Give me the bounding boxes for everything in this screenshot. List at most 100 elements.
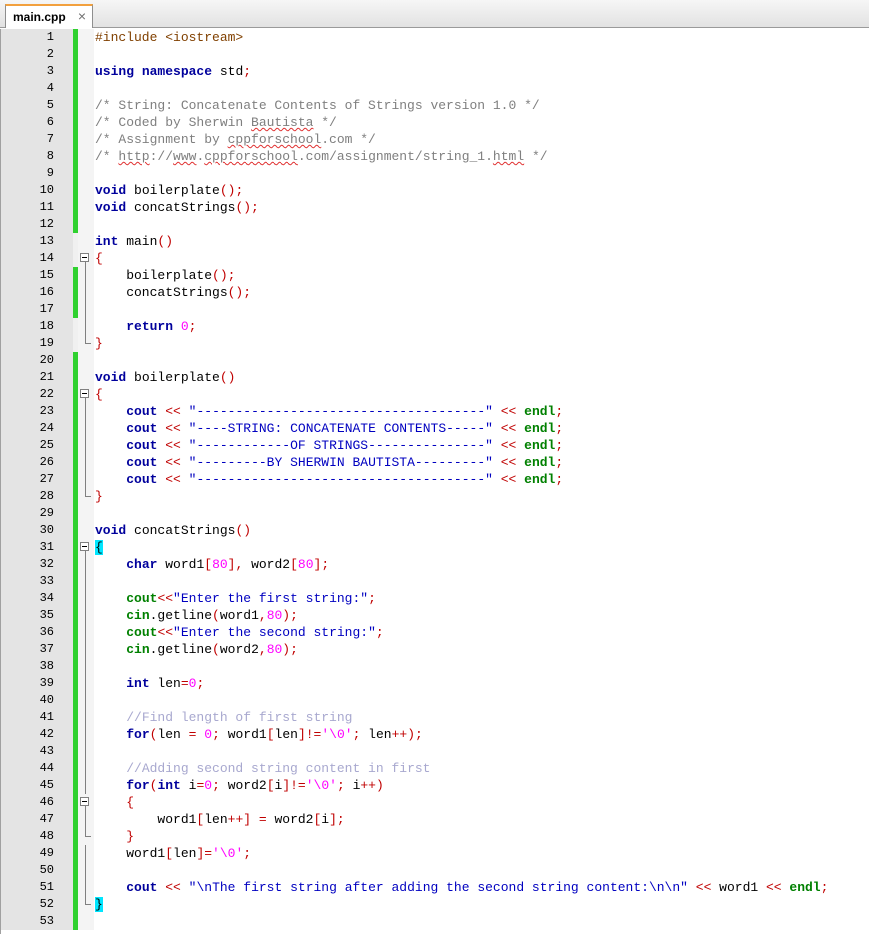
- code-line[interactable]: 21 void boilerplate(): [1, 369, 869, 386]
- symbol-margin[interactable]: [57, 80, 73, 97]
- symbol-margin[interactable]: [57, 573, 73, 590]
- symbol-margin[interactable]: [57, 896, 73, 913]
- symbol-margin[interactable]: [57, 131, 73, 148]
- code-line[interactable]: 43: [1, 743, 869, 760]
- symbol-margin[interactable]: [57, 318, 73, 335]
- code-line[interactable]: 52}: [1, 896, 869, 913]
- code-line[interactable]: 35 cin.getline(word1,80);: [1, 607, 869, 624]
- code-line[interactable]: 33: [1, 573, 869, 590]
- code-line[interactable]: 11 void concatStrings();: [1, 199, 869, 216]
- code-line[interactable]: 1 #include <iostream>: [1, 29, 869, 46]
- symbol-margin[interactable]: [57, 726, 73, 743]
- symbol-margin[interactable]: [57, 386, 73, 403]
- symbol-margin[interactable]: [57, 777, 73, 794]
- symbol-margin[interactable]: [57, 522, 73, 539]
- code-line[interactable]: 49 word1[len]='\0';: [1, 845, 869, 862]
- symbol-margin[interactable]: [57, 607, 73, 624]
- symbol-margin[interactable]: [57, 284, 73, 301]
- code-line[interactable]: 44 //Adding second string content in fir…: [1, 760, 869, 777]
- symbol-margin[interactable]: [57, 471, 73, 488]
- symbol-margin[interactable]: [57, 709, 73, 726]
- symbol-margin[interactable]: [57, 556, 73, 573]
- symbol-margin[interactable]: [57, 913, 73, 930]
- fold-collapse-icon[interactable]: [80, 389, 89, 398]
- symbol-margin[interactable]: [57, 641, 73, 658]
- code-line[interactable]: 13 int main(): [1, 233, 869, 250]
- symbol-margin[interactable]: [57, 539, 73, 556]
- code-line[interactable]: 10 void boilerplate();: [1, 182, 869, 199]
- code-line[interactable]: 37 cin.getline(word2,80);: [1, 641, 869, 658]
- symbol-margin[interactable]: [57, 250, 73, 267]
- symbol-margin[interactable]: [57, 794, 73, 811]
- symbol-margin[interactable]: [57, 97, 73, 114]
- code-line[interactable]: 32 char word1[80], word2[80];: [1, 556, 869, 573]
- symbol-margin[interactable]: [57, 199, 73, 216]
- symbol-margin[interactable]: [57, 828, 73, 845]
- symbol-margin[interactable]: [57, 590, 73, 607]
- symbol-margin[interactable]: [57, 760, 73, 777]
- code-line[interactable]: 29: [1, 505, 869, 522]
- symbol-margin[interactable]: [57, 63, 73, 80]
- code-line[interactable]: 25 cout << "------------OF STRINGS------…: [1, 437, 869, 454]
- fold-collapse-icon[interactable]: [80, 542, 89, 551]
- code-line[interactable]: 53: [1, 913, 869, 930]
- code-line[interactable]: 31 {: [1, 539, 869, 556]
- code-line[interactable]: 9: [1, 165, 869, 182]
- code-line[interactable]: 46 {: [1, 794, 869, 811]
- code-line[interactable]: 23 cout << "----------------------------…: [1, 403, 869, 420]
- code-line[interactable]: 20: [1, 352, 869, 369]
- code-line[interactable]: 4: [1, 80, 869, 97]
- symbol-margin[interactable]: [57, 692, 73, 709]
- symbol-margin[interactable]: [57, 658, 73, 675]
- symbol-margin[interactable]: [57, 488, 73, 505]
- code-line[interactable]: 26 cout << "---------BY SHERWIN BAUTISTA…: [1, 454, 869, 471]
- symbol-margin[interactable]: [57, 845, 73, 862]
- code-line[interactable]: 45 for(int i=0; word2[i]!='\0'; i++): [1, 777, 869, 794]
- symbol-margin[interactable]: [57, 369, 73, 386]
- code-line[interactable]: 38: [1, 658, 869, 675]
- code-line[interactable]: 16 concatStrings();: [1, 284, 869, 301]
- code-line[interactable]: 22 {: [1, 386, 869, 403]
- symbol-margin[interactable]: [57, 675, 73, 692]
- symbol-margin[interactable]: [57, 743, 73, 760]
- symbol-margin[interactable]: [57, 148, 73, 165]
- code-line[interactable]: 17: [1, 301, 869, 318]
- code-line[interactable]: 18 return 0;: [1, 318, 869, 335]
- close-icon[interactable]: ×: [78, 8, 86, 24]
- code-line[interactable]: 3 using namespace std;: [1, 63, 869, 80]
- symbol-margin[interactable]: [57, 505, 73, 522]
- symbol-margin[interactable]: [57, 216, 73, 233]
- symbol-margin[interactable]: [57, 454, 73, 471]
- code-line[interactable]: 42 for(len = 0; word1[len]!='\0'; len++)…: [1, 726, 869, 743]
- code-line[interactable]: 51 cout << "\nThe first string after add…: [1, 879, 869, 896]
- code-line[interactable]: 12: [1, 216, 869, 233]
- fold-collapse-icon[interactable]: [80, 797, 89, 806]
- code-line[interactable]: 47 word1[len++] = word2[i];: [1, 811, 869, 828]
- symbol-margin[interactable]: [57, 335, 73, 352]
- symbol-margin[interactable]: [57, 862, 73, 879]
- symbol-margin[interactable]: [57, 267, 73, 284]
- code-line[interactable]: 24 cout << "----STRING: CONCATENATE CONT…: [1, 420, 869, 437]
- code-line[interactable]: 5 /* String: Concatenate Contents of Stri…: [1, 97, 869, 114]
- code-line[interactable]: 19}: [1, 335, 869, 352]
- symbol-margin[interactable]: [57, 29, 73, 46]
- code-line[interactable]: 34 cout<<"Enter the first string:";: [1, 590, 869, 607]
- symbol-margin[interactable]: [57, 233, 73, 250]
- code-line[interactable]: 28}: [1, 488, 869, 505]
- fold-collapse-icon[interactable]: [80, 253, 89, 262]
- code-line[interactable]: 8 /* http://www.cppforschool.com/assignme…: [1, 148, 869, 165]
- symbol-margin[interactable]: [57, 403, 73, 420]
- symbol-margin[interactable]: [57, 46, 73, 63]
- code-line[interactable]: 41 //Find length of first string: [1, 709, 869, 726]
- code-line[interactable]: 30 void concatStrings(): [1, 522, 869, 539]
- symbol-margin[interactable]: [57, 624, 73, 641]
- code-line[interactable]: 39 int len=0;: [1, 675, 869, 692]
- symbol-margin[interactable]: [57, 301, 73, 318]
- code-line[interactable]: 40: [1, 692, 869, 709]
- symbol-margin[interactable]: [57, 114, 73, 131]
- code-line[interactable]: 27 cout << "----------------------------…: [1, 471, 869, 488]
- symbol-margin[interactable]: [57, 879, 73, 896]
- code-line[interactable]: 7 /* Assignment by cppforschool.com */: [1, 131, 869, 148]
- code-line[interactable]: 48 }: [1, 828, 869, 845]
- code-line[interactable]: 2: [1, 46, 869, 63]
